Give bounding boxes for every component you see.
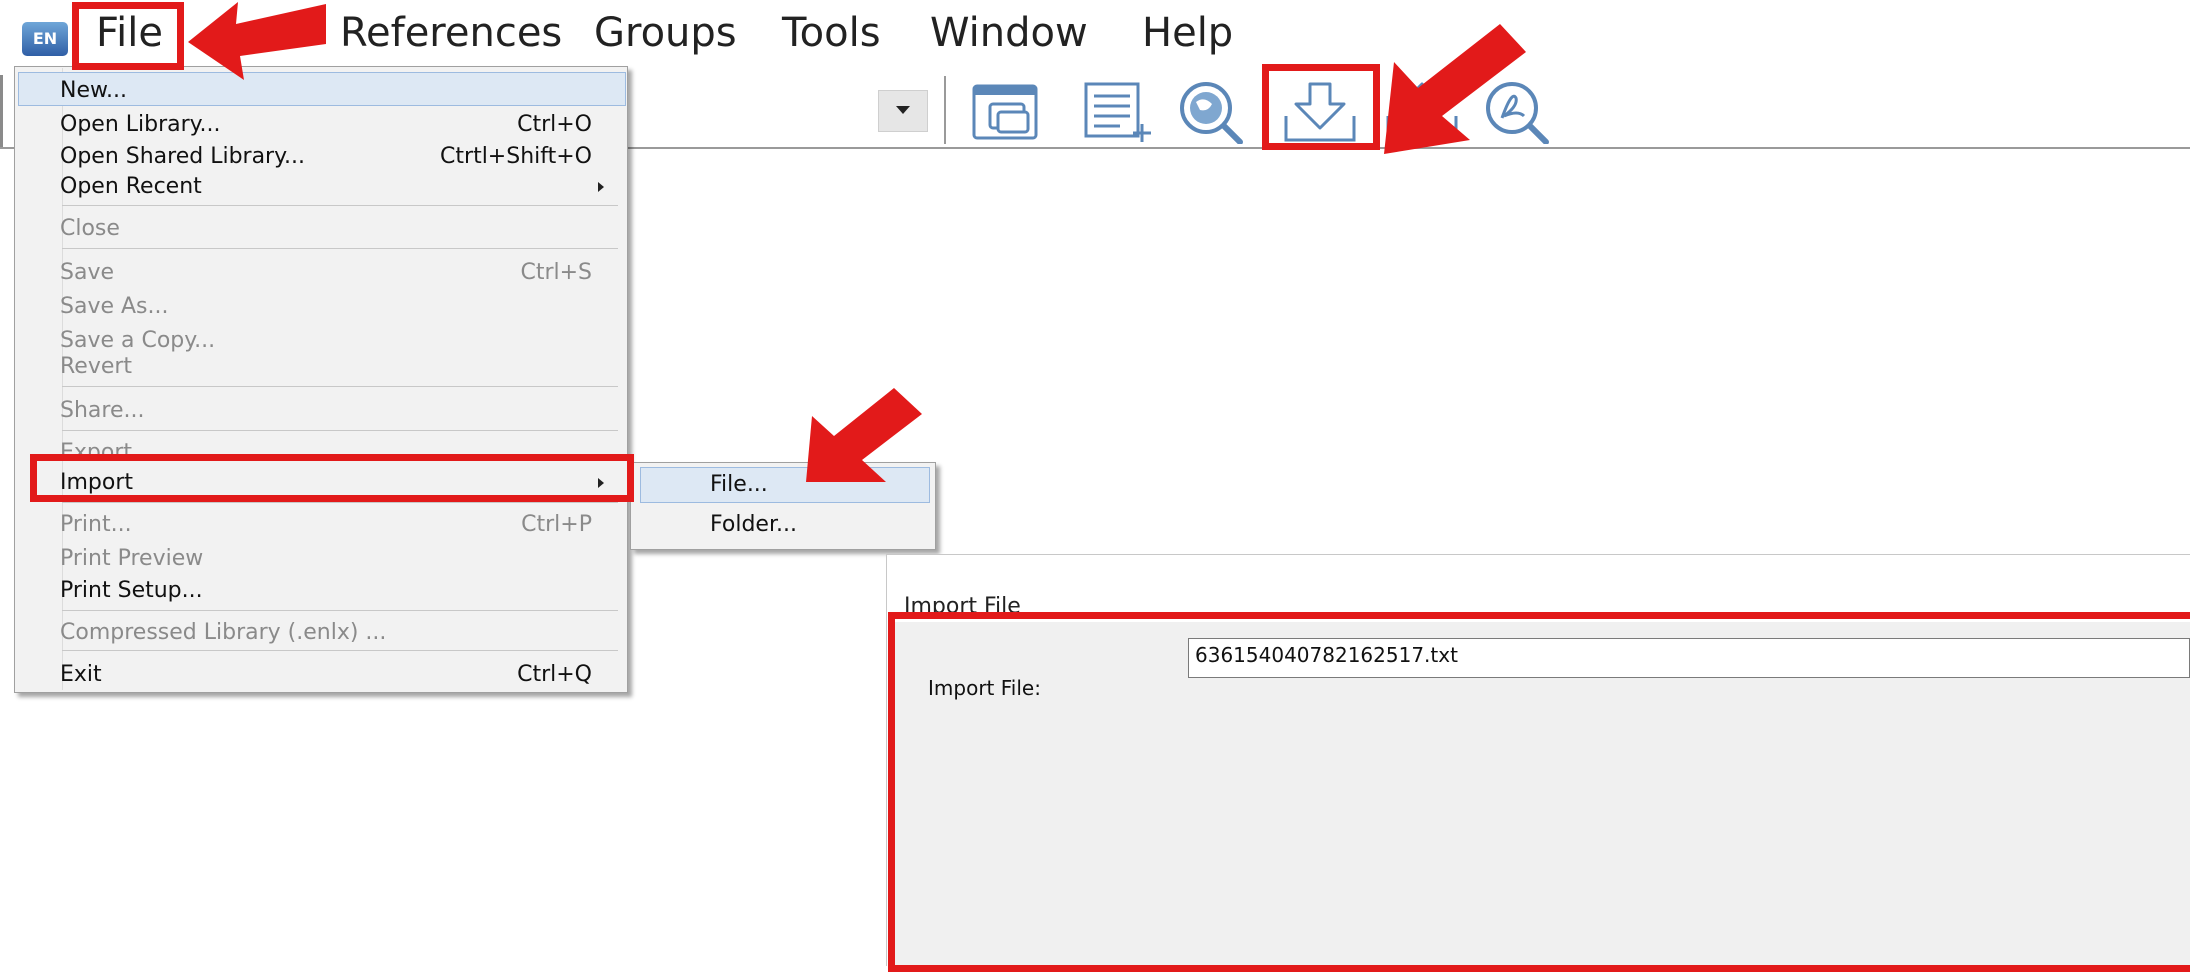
import-button-highlight-box bbox=[1262, 64, 1380, 150]
menu-item-label: Close bbox=[60, 216, 120, 241]
copy-window-icon[interactable] bbox=[968, 80, 1048, 144]
menu-item-label: Save bbox=[60, 260, 115, 285]
menu-item-label: Open Library... bbox=[60, 112, 221, 137]
arrow-to-file-menu-icon bbox=[188, 2, 326, 80]
arrow-to-file-item-icon bbox=[806, 388, 922, 482]
menu-separator bbox=[62, 502, 618, 503]
toolbar-separator bbox=[944, 76, 946, 144]
menu-shortcut: Ctrl+S bbox=[520, 260, 592, 285]
submenu-item-file[interactable]: File... bbox=[710, 472, 768, 497]
menu-item-label: Revert bbox=[60, 354, 133, 379]
menu-item-label: Exit bbox=[60, 662, 102, 687]
menu-item-print[interactable]: Print... Ctrl+P bbox=[60, 508, 620, 542]
menu-separator bbox=[62, 430, 618, 431]
dialog-highlight-box bbox=[888, 612, 2190, 972]
menu-item-exit[interactable]: Exit Ctrl+Q bbox=[60, 658, 620, 692]
menu-item-compressed-library[interactable]: Compressed Library (.enlx) ... bbox=[60, 616, 620, 650]
menu-item-share[interactable]: Share... bbox=[60, 394, 620, 428]
menu-item-label: Compressed Library (.enlx) ... bbox=[60, 620, 387, 645]
endnote-app-icon[interactable]: EN bbox=[22, 22, 68, 56]
toolbar-edge bbox=[0, 75, 3, 147]
menu-item-label: New... bbox=[60, 78, 127, 103]
submenu-arrow-icon bbox=[598, 182, 604, 192]
menu-item-close[interactable]: Close bbox=[60, 212, 620, 246]
menu-shortcut: Ctrl+P bbox=[521, 512, 592, 537]
menu-item-export[interactable]: Export bbox=[60, 436, 620, 456]
menu-item-print-setup[interactable]: Print Setup... bbox=[60, 574, 620, 608]
menu-item-label: Open Recent bbox=[60, 174, 202, 199]
menu-item-label: Save As... bbox=[60, 294, 169, 319]
menu-references[interactable]: References bbox=[340, 10, 562, 56]
menu-shortcut: Ctrl+O bbox=[517, 112, 592, 137]
menu-shortcut: Ctrl+Q bbox=[517, 662, 592, 687]
menu-separator bbox=[62, 386, 618, 387]
menu-item-new[interactable]: New... bbox=[60, 74, 620, 108]
menu-groups[interactable]: Groups bbox=[594, 10, 737, 56]
menu-item-save-as[interactable]: Save As... bbox=[60, 290, 620, 324]
menu-separator bbox=[62, 610, 618, 611]
arrow-to-import-button-icon bbox=[1384, 24, 1526, 154]
online-search-icon[interactable] bbox=[1174, 80, 1254, 144]
menu-item-label: Print Setup... bbox=[60, 578, 203, 603]
menu-item-open-library[interactable]: Open Library... Ctrl+O bbox=[60, 108, 620, 142]
menu-item-label: Share... bbox=[60, 398, 145, 423]
menu-window[interactable]: Window bbox=[930, 10, 1088, 56]
menu-item-open-recent[interactable]: Open Recent bbox=[60, 170, 620, 204]
menu-separator bbox=[62, 248, 618, 249]
menu-item-save[interactable]: Save Ctrl+S bbox=[60, 256, 620, 290]
import-item-highlight-box bbox=[30, 454, 634, 502]
menu-item-label: Print... bbox=[60, 512, 132, 537]
menu-tools[interactable]: Tools bbox=[782, 10, 881, 56]
menu-item-label: Open Shared Library... bbox=[60, 144, 305, 169]
menu-shortcut: Ctrtl+Shift+O bbox=[440, 144, 592, 169]
new-reference-icon[interactable] bbox=[1080, 80, 1160, 144]
submenu-item-folder[interactable]: Folder... bbox=[710, 512, 797, 537]
menu-item-revert[interactable]: Revert bbox=[60, 350, 620, 384]
menu-help[interactable]: Help bbox=[1142, 10, 1233, 56]
menu-item-label: Print Preview bbox=[60, 546, 204, 571]
menu-separator bbox=[62, 650, 618, 651]
menu-item-print-preview[interactable]: Print Preview bbox=[60, 542, 620, 576]
menu-separator bbox=[62, 205, 618, 206]
file-menu-highlight-box bbox=[72, 2, 184, 70]
menu-item-open-shared-library[interactable]: Open Shared Library... Ctrtl+Shift+O bbox=[60, 140, 620, 174]
chevron-down-icon bbox=[896, 106, 910, 114]
